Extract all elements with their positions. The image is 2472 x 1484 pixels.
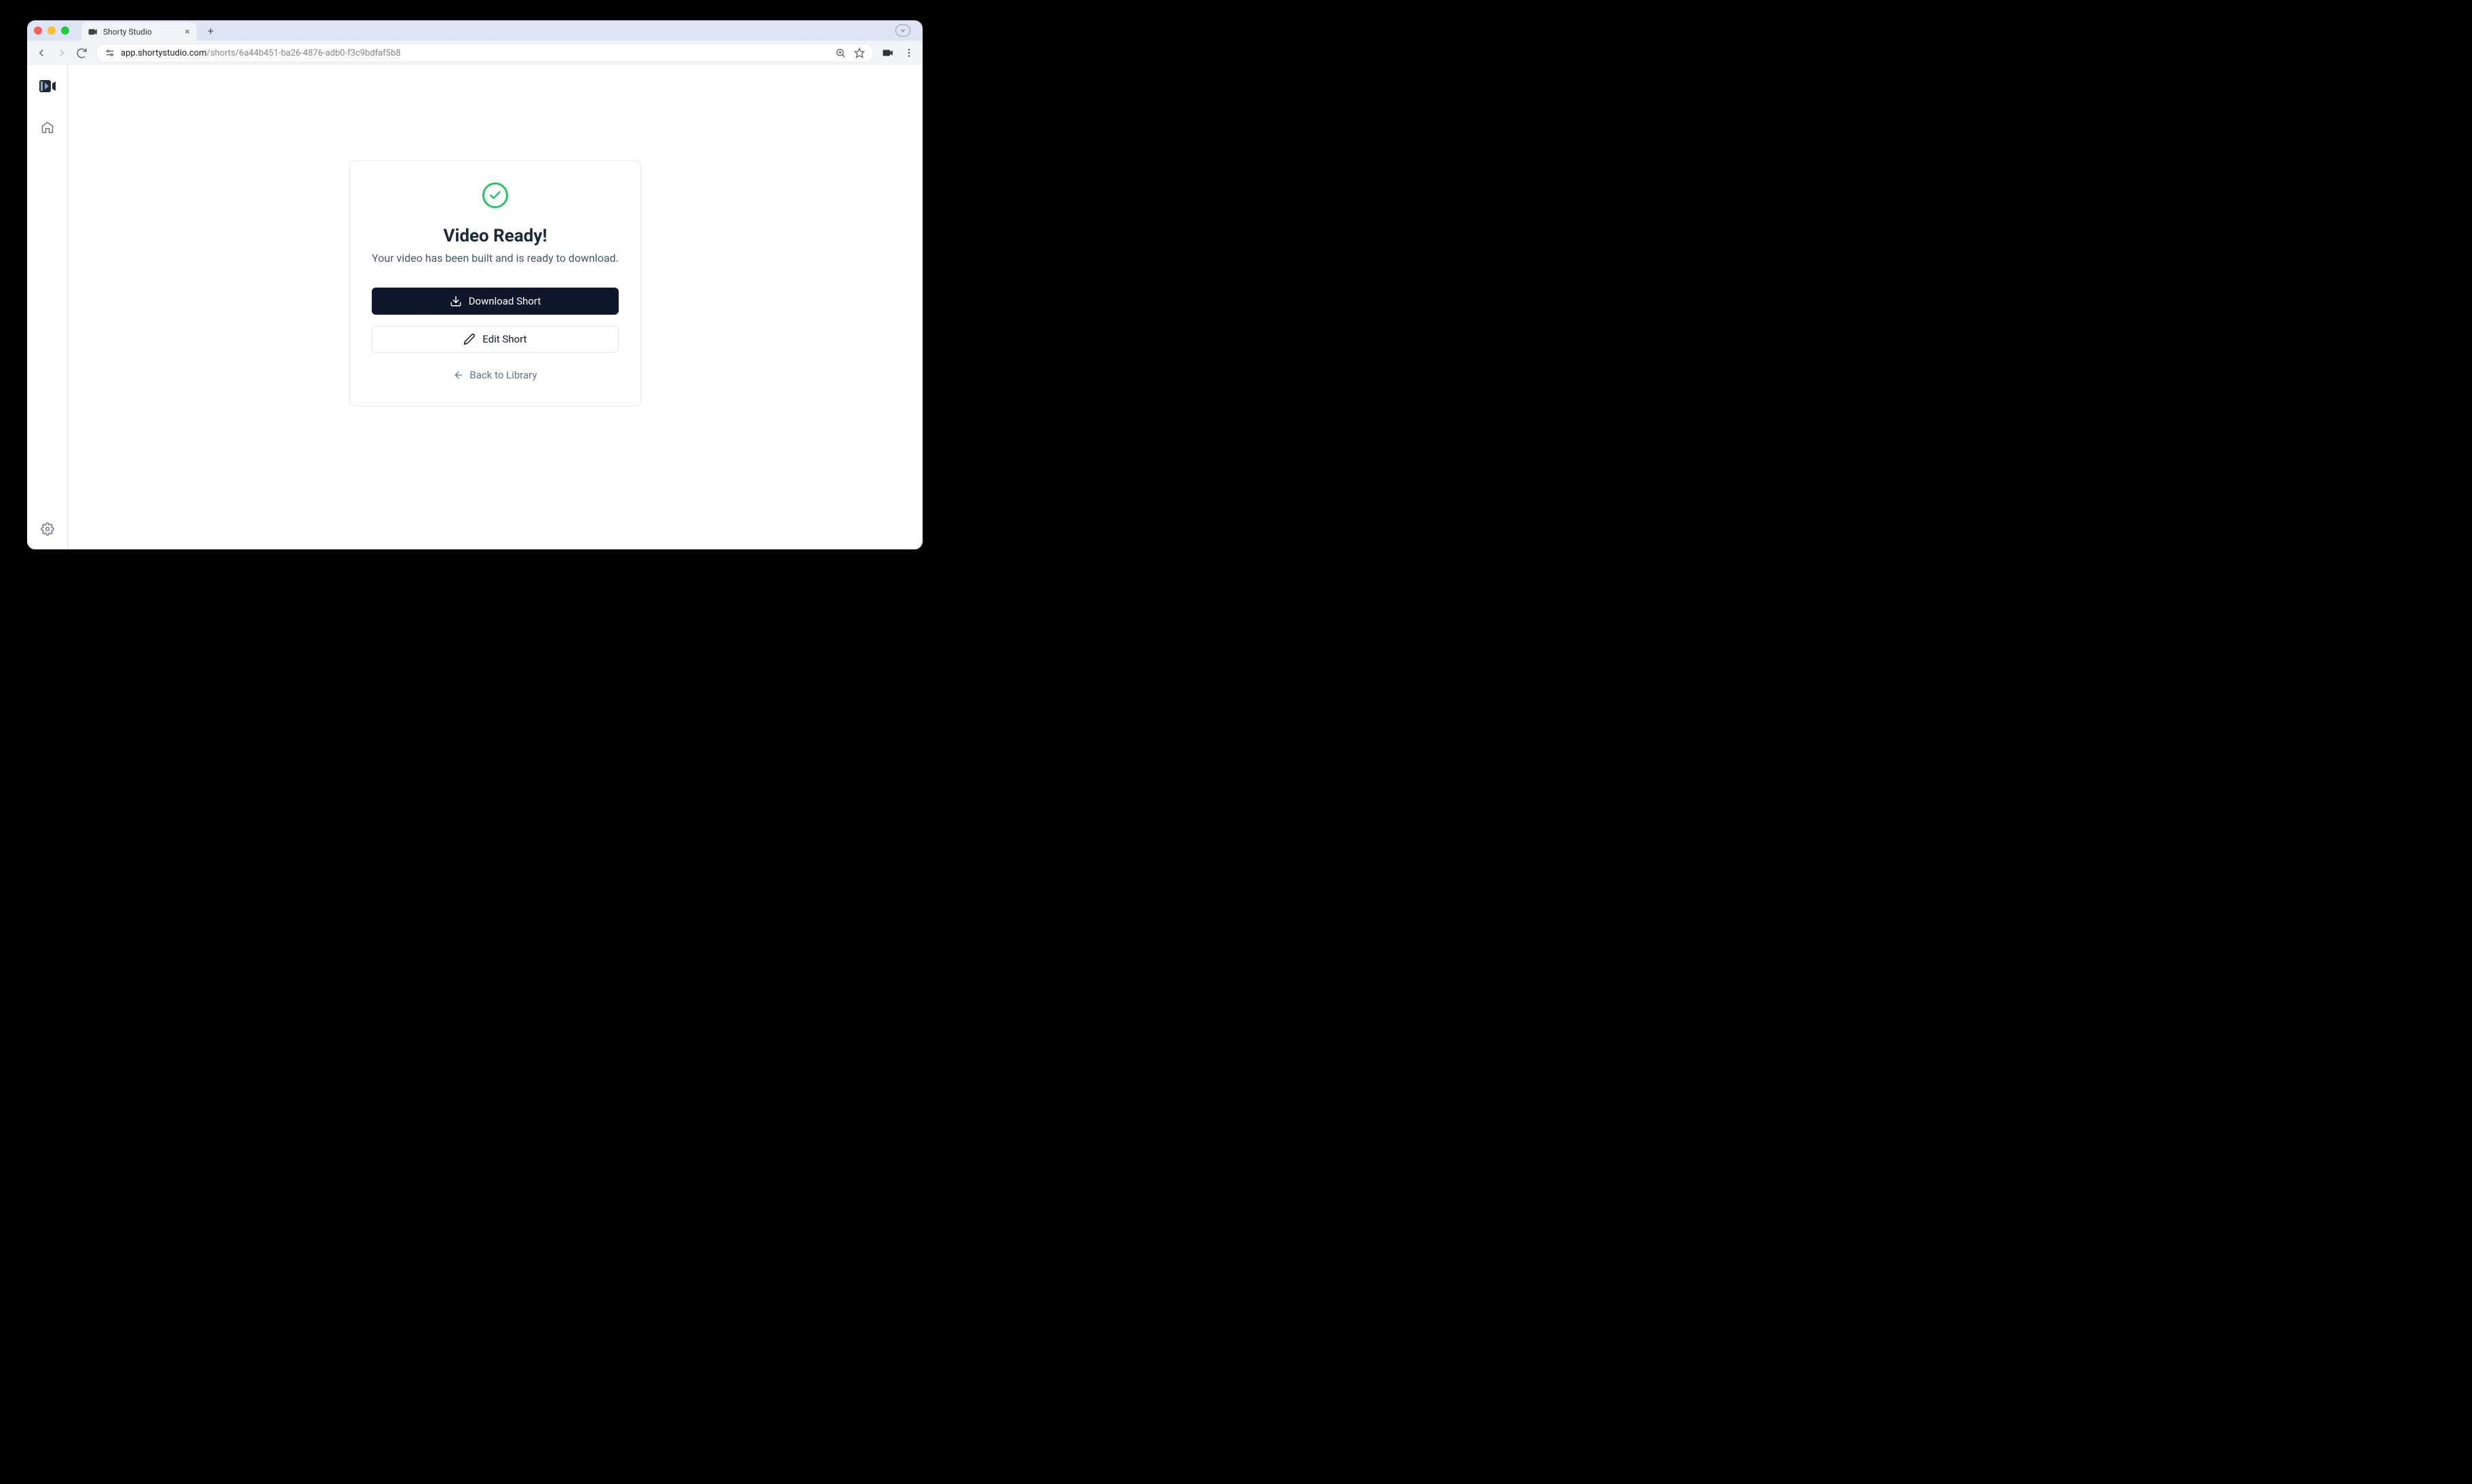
site-controls-icon[interactable] <box>104 47 115 58</box>
video-ready-card: Video Ready! Your video has been built a… <box>349 160 641 406</box>
app-logo[interactable] <box>39 79 56 94</box>
sidebar <box>27 65 68 549</box>
url-text: app.shortystudio.com/shorts/6a44b451-ba2… <box>121 48 830 58</box>
zoom-icon[interactable] <box>835 47 846 58</box>
tab-overflow[interactable] <box>895 24 916 37</box>
forward-button[interactable] <box>56 47 68 59</box>
extension-icon[interactable] <box>882 47 894 59</box>
settings-icon[interactable] <box>41 522 54 536</box>
download-button-label: Download Short <box>469 295 541 307</box>
camera-icon <box>88 27 98 37</box>
check-circle-icon <box>482 182 508 208</box>
back-button[interactable] <box>35 47 47 59</box>
window-controls <box>34 26 69 35</box>
edit-button[interactable]: Edit Short <box>372 326 619 353</box>
arrow-left-icon <box>453 370 464 380</box>
close-tab-button[interactable]: × <box>185 26 190 37</box>
tab-title: Shorty Studio <box>103 27 180 37</box>
main-content: Video Ready! Your video has been built a… <box>68 65 923 549</box>
back-to-library-link[interactable]: Back to Library <box>453 369 537 381</box>
card-title: Video Ready! <box>443 226 547 246</box>
home-icon[interactable] <box>41 121 54 134</box>
toolbar-right <box>882 47 914 59</box>
minimize-window-button[interactable] <box>47 26 56 35</box>
browser-tab[interactable]: Shorty Studio × <box>81 22 197 41</box>
edit-button-label: Edit Short <box>482 333 526 345</box>
back-link-label: Back to Library <box>469 369 537 381</box>
reload-button[interactable] <box>76 47 88 59</box>
viewport: Video Ready! Your video has been built a… <box>27 65 923 549</box>
chevron-down-icon <box>895 24 910 37</box>
tab-bar: Shorty Studio × + <box>27 20 923 41</box>
bookmark-star-icon[interactable] <box>854 47 865 58</box>
download-icon <box>450 295 462 307</box>
browser-window: Shorty Studio × + <box>27 20 923 549</box>
menu-icon[interactable] <box>904 47 914 58</box>
close-window-button[interactable] <box>34 26 42 35</box>
card-subtitle: Your video has been built and is ready t… <box>372 252 619 265</box>
pencil-icon <box>463 333 476 345</box>
toolbar: app.shortystudio.com/shorts/6a44b451-ba2… <box>27 41 923 65</box>
download-button[interactable]: Download Short <box>372 288 619 315</box>
address-bar[interactable]: app.shortystudio.com/shorts/6a44b451-ba2… <box>96 43 874 62</box>
maximize-window-button[interactable] <box>61 26 69 35</box>
new-tab-button[interactable]: + <box>202 24 219 37</box>
